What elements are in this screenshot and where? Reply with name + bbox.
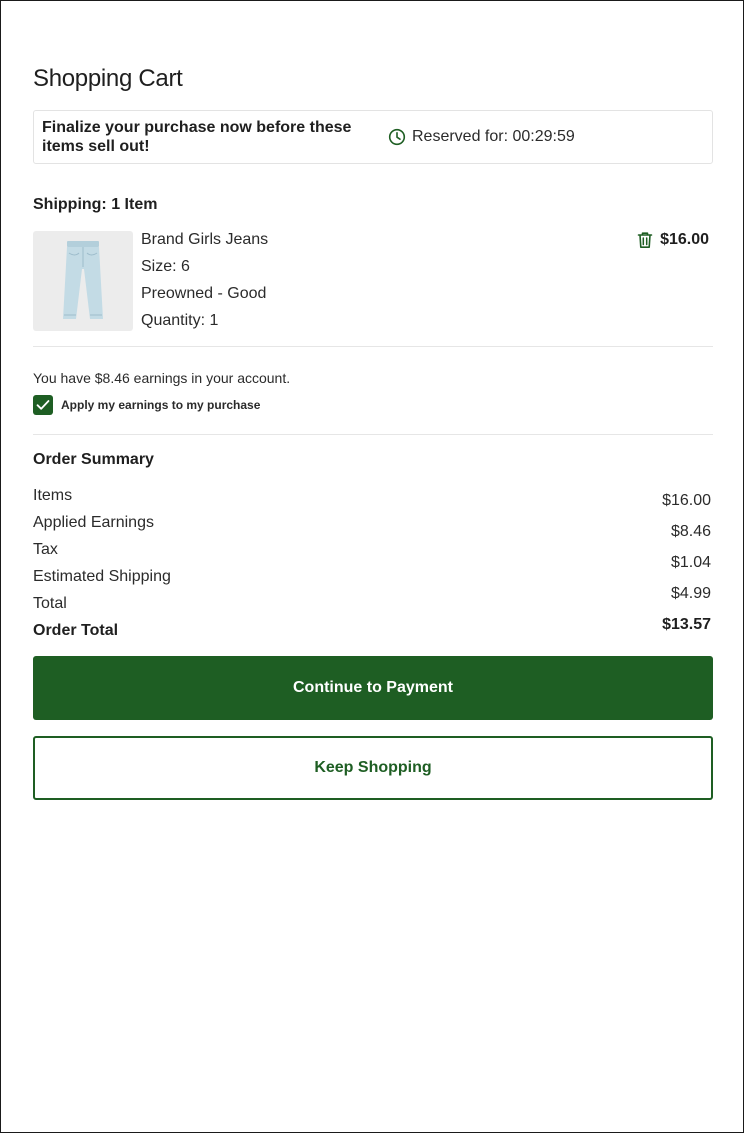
summary-value: $8.46 (670, 523, 711, 540)
page-title: Shopping Cart (33, 65, 183, 92)
apply-earnings-row[interactable]: Apply my earnings to my purchase (33, 395, 260, 415)
trash-icon (637, 232, 653, 248)
reserved-label: Reserved for: 00:29:59 (412, 128, 575, 145)
item-quantity: Quantity: 1 (141, 312, 219, 329)
summary-values: $16.00 $8.46 $1.04 $4.99 $13.57 (662, 492, 711, 647)
apply-earnings-checkbox[interactable] (33, 395, 53, 415)
item-details: Brand Girls Jeans Size: 6 Preowned - Goo… (141, 230, 268, 338)
banner-message: Finalize your purchase now before these … (42, 119, 352, 155)
order-summary-heading: Order Summary (33, 451, 154, 468)
summary-label-estimated-shipping: Estimated Shipping (33, 568, 171, 585)
item-name[interactable]: Brand Girls Jeans (141, 230, 268, 257)
keep-shopping-button[interactable]: Keep Shopping (33, 736, 713, 800)
summary-label-items: Items (33, 487, 73, 504)
summary-value: $4.99 (670, 585, 711, 602)
summary-labels: Items Applied Earnings Tax Estimated Shi… (33, 487, 171, 649)
item-price-area: $16.00 (637, 231, 709, 249)
summary-label-order-total: Order Total (33, 622, 119, 639)
shipping-heading: Shipping: 1 Item (33, 196, 158, 213)
summary-value: $16.00 (662, 492, 711, 509)
reservation-banner: Finalize your purchase now before these … (33, 110, 713, 164)
product-thumbnail[interactable] (33, 231, 133, 331)
cart-page: Shopping Cart Finalize your purchase now… (0, 0, 744, 1133)
summary-label-applied-earnings: Applied Earnings (33, 514, 154, 531)
remove-item-button[interactable] (637, 231, 653, 249)
item-condition: Preowned - Good (141, 285, 267, 302)
summary-value: $1.04 (670, 554, 711, 571)
clock-icon (388, 128, 406, 146)
checkmark-icon (36, 400, 50, 410)
item-price: $16.00 (660, 231, 709, 248)
earnings-text: You have $8.46 earnings in your account. (33, 370, 291, 386)
divider (33, 434, 713, 435)
summary-label-tax: Tax (33, 541, 58, 558)
reservation-timer: Reserved for: 00:29:59 (388, 128, 575, 146)
jeans-icon (63, 241, 103, 319)
divider (33, 346, 713, 347)
item-size: Size: 6 (141, 258, 190, 275)
summary-label-total: Total (33, 595, 67, 612)
apply-earnings-label[interactable]: Apply my earnings to my purchase (61, 398, 260, 412)
continue-to-payment-button[interactable]: Continue to Payment (33, 656, 713, 720)
summary-value-order-total: $13.57 (662, 616, 711, 633)
